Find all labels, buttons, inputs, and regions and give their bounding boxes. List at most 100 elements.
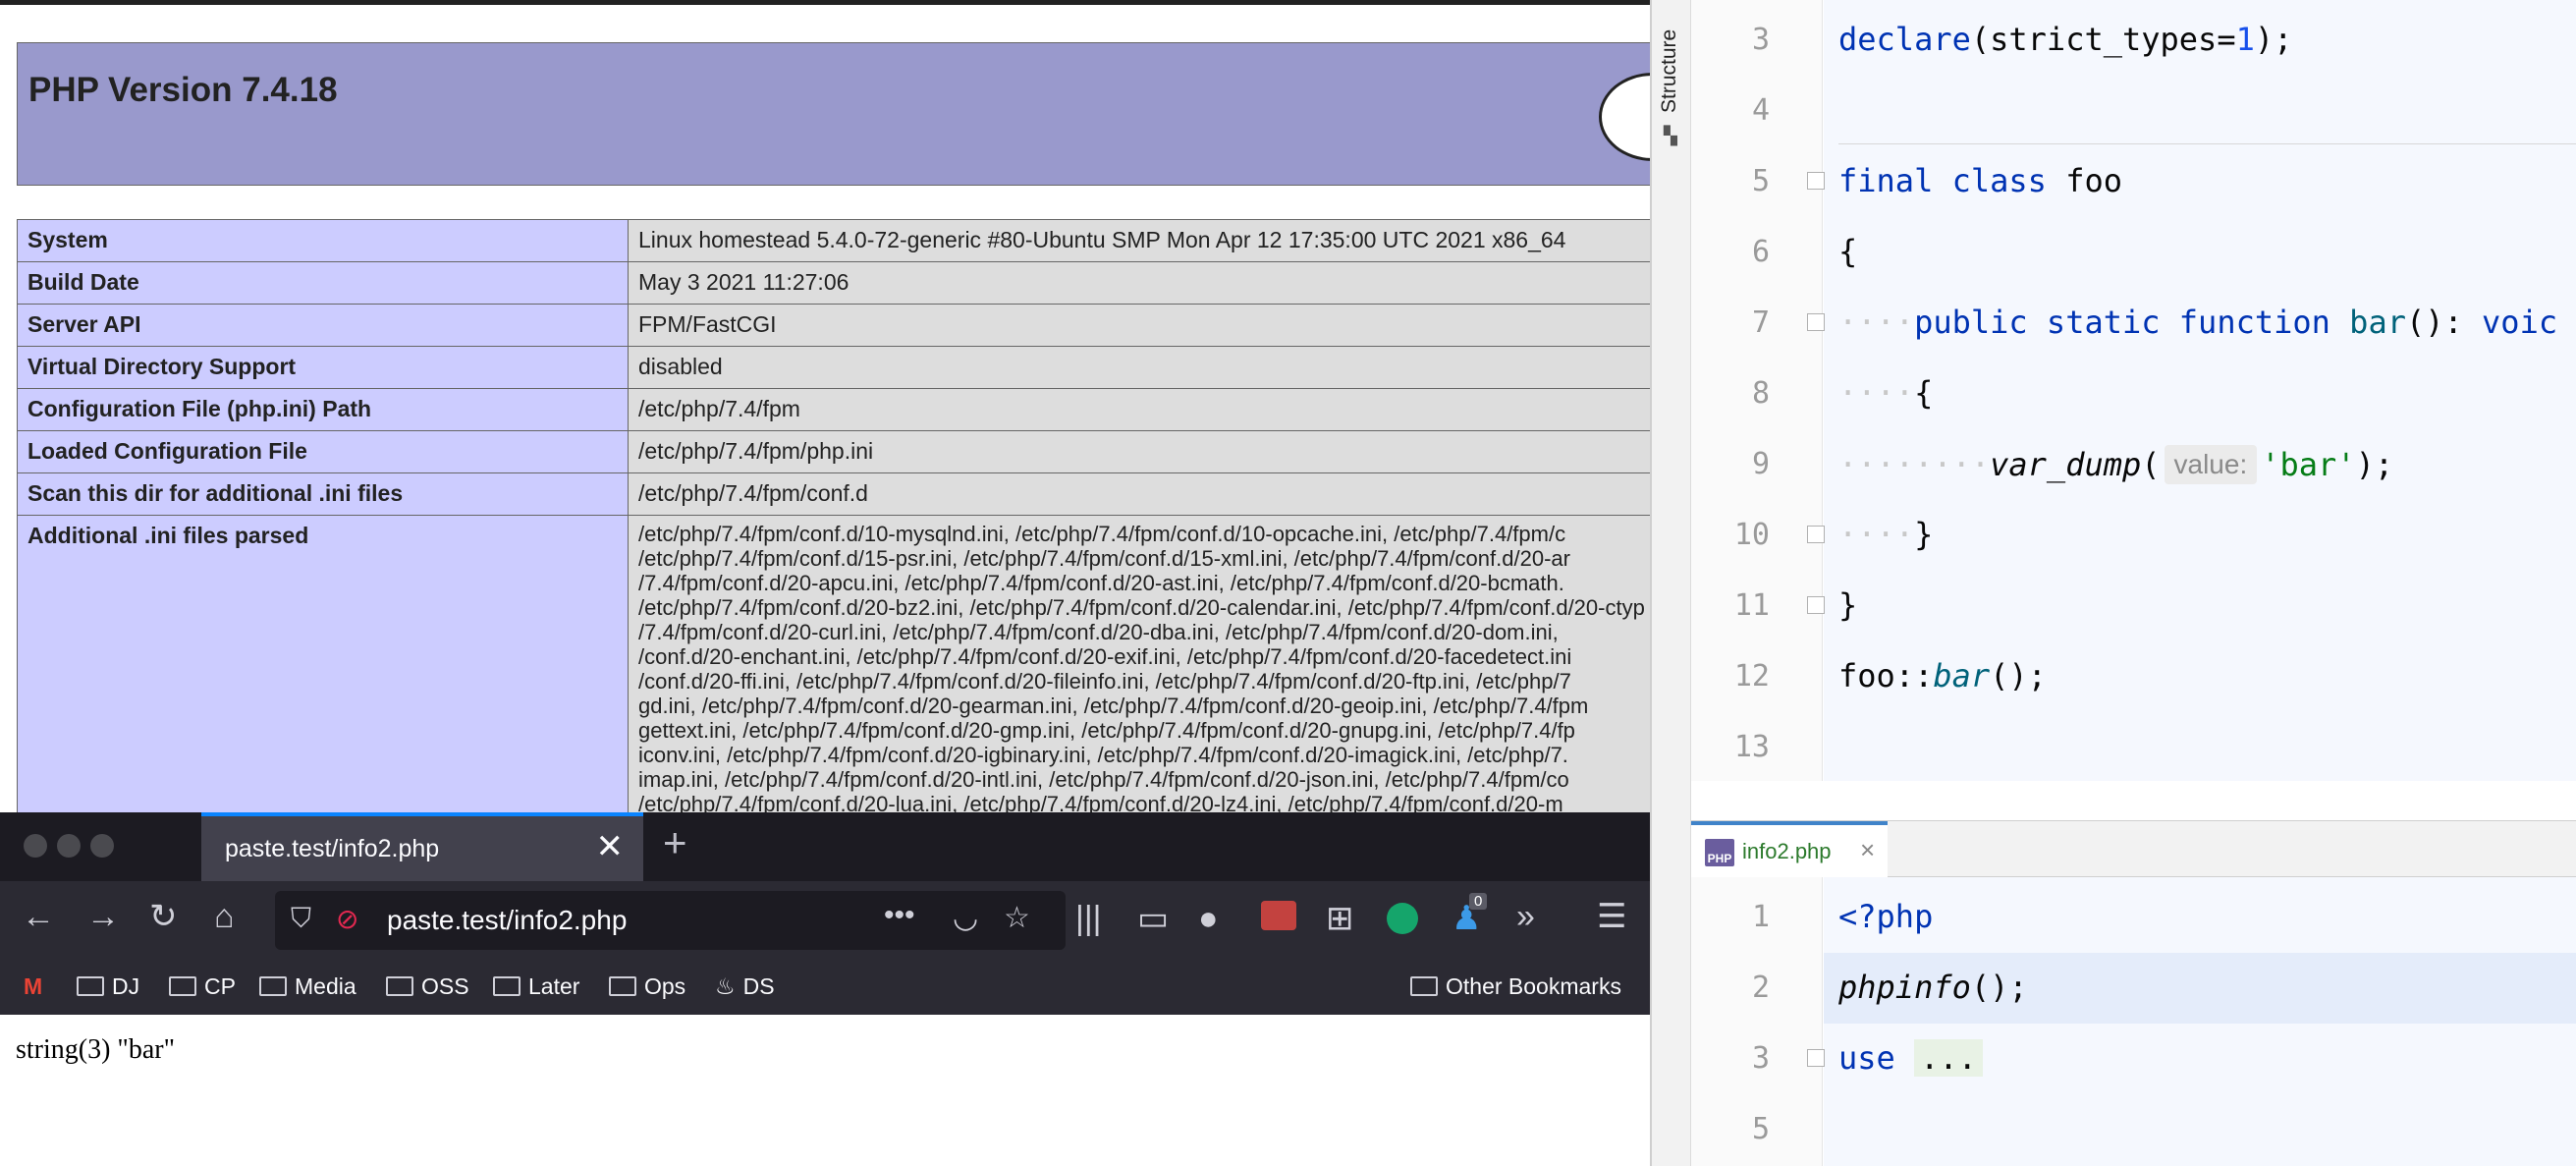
code-line: 13	[1691, 712, 2576, 783]
insecure-lock-icon[interactable]: ⊘	[336, 903, 358, 935]
forward-icon[interactable]: →	[86, 897, 120, 936]
phpinfo-table: System Linux homestead 5.4.0-72-generic #…	[17, 219, 1650, 818]
line-number: 5	[1751, 1112, 1770, 1146]
close-window-button[interactable]	[24, 834, 47, 858]
folder-icon	[77, 976, 104, 996]
code-line: 11 }	[1691, 571, 2576, 641]
close-tab-icon[interactable]: ✕	[596, 830, 625, 863]
fold-icon[interactable]	[1807, 172, 1825, 190]
php-file-icon: PHP	[1705, 839, 1734, 866]
page-actions-icon[interactable]: •••	[884, 899, 915, 932]
bookmark-folder-oss[interactable]: OSS	[386, 973, 469, 1000]
ini-file-line: iconv.ini, /etc/php/7.4/fpm/conf.d/20-ig…	[638, 743, 1568, 767]
code-line: 10 ····}	[1691, 500, 2576, 571]
php-version-title: PHP Version 7.4.18	[28, 71, 338, 109]
line-number: 3	[1751, 1041, 1770, 1076]
grammarly-icon[interactable]	[1387, 903, 1418, 934]
close-tab-icon[interactable]: ×	[1860, 835, 1875, 865]
code-line: 12 foo::bar();	[1691, 641, 2576, 712]
folder-icon	[609, 976, 636, 996]
editor-tab-bar: PHP info2.php ×	[1691, 820, 2576, 877]
code-text: );	[2355, 446, 2394, 483]
code-line: 3 use ...	[1691, 1024, 2576, 1094]
fold-icon[interactable]	[1807, 1049, 1825, 1067]
code-line: 7 ····public static function bar(): voic	[1691, 288, 2576, 359]
bookmark-folder-ops[interactable]: Ops	[609, 973, 685, 1000]
reload-icon[interactable]: ↻	[149, 897, 178, 936]
code-text: }	[1914, 516, 1934, 553]
line-number: 2	[1751, 971, 1770, 1005]
bookmark-ds[interactable]: ♨ DS	[715, 973, 775, 1000]
line-number: 3	[1751, 23, 1770, 57]
line-number: 8	[1751, 376, 1770, 411]
code-text: (strict_types=	[1970, 21, 2236, 58]
phpinfo-key: Scan this dir for additional .ini files	[17, 472, 629, 516]
phpinfo-row: Loaded Configuration File/etc/php/7.4/fp…	[17, 430, 1650, 473]
tab-title: paste.test/info2.php	[225, 835, 440, 862]
code-line: 6 {	[1691, 217, 2576, 288]
extension-grid-icon[interactable]: ⊞	[1326, 899, 1354, 938]
page-content: string(3) "bar"	[0, 1015, 1650, 1166]
method-separator	[1838, 143, 2576, 144]
zoom-window-button[interactable]	[90, 834, 114, 858]
bookmark-folder-cp[interactable]: CP	[169, 973, 236, 1000]
overflow-chevron-icon[interactable]: »	[1516, 897, 1535, 936]
bookmark-star-icon[interactable]: ☆	[1004, 901, 1030, 935]
phpinfo-row: Scan this dir for additional .ini files /…	[17, 472, 1650, 516]
browser-tab[interactable]: paste.test/info2.php ✕	[201, 812, 643, 881]
phpinfo-value: /etc/php/7.4/fpm/conf.d	[628, 472, 1650, 516]
string-literal: 'bar'	[2261, 446, 2356, 483]
url-text[interactable]: paste.test/info2.php	[387, 905, 627, 936]
folder-icon	[169, 976, 196, 996]
code-text: {	[1914, 374, 1934, 412]
line-number: 13	[1733, 730, 1770, 764]
ini-file-line: /7.4/fpm/conf.d/20-apcu.ini, /etc/php/7.…	[638, 571, 1564, 595]
extension-avatar-icon[interactable]: ●	[1198, 899, 1219, 938]
editor-tab-info2[interactable]: PHP info2.php ×	[1691, 821, 1888, 877]
folder-icon	[386, 976, 413, 996]
fold-icon[interactable]	[1807, 596, 1825, 614]
back-icon[interactable]: ←	[22, 897, 55, 936]
phpinfo-value: /etc/php/7.4/fpm	[628, 388, 1650, 431]
keyword: use	[1838, 1039, 1895, 1077]
fold-icon[interactable]	[1807, 526, 1825, 543]
ide-panel: Structure ▚ 3 declare(strict_types=1); 4…	[1650, 0, 2576, 1166]
folded-imports[interactable]: ...	[1914, 1039, 1983, 1077]
new-tab-icon[interactable]: +	[663, 822, 687, 863]
other-bookmarks[interactable]: Other Bookmarks	[1410, 973, 1621, 1000]
line-number: 4	[1751, 93, 1770, 128]
phpinfo-row: System Linux homestead 5.4.0-72-generic #…	[17, 219, 1650, 262]
editor-foo[interactable]: 3 declare(strict_types=1); 4 5 final cla…	[1691, 0, 2576, 781]
phpinfo-value: May 3 2021 11:27:06	[628, 261, 1650, 305]
line-number: 1	[1751, 900, 1770, 934]
extension-red-icon[interactable]	[1261, 901, 1296, 930]
keyword: final	[1838, 162, 1934, 199]
line-number: 11	[1733, 588, 1770, 623]
bookmark-folder-later[interactable]: Later	[493, 973, 579, 1000]
sidebar-icon[interactable]: ▭	[1137, 899, 1169, 938]
url-bar[interactable]: ⛉ ⊘ paste.test/info2.php ••• ◡ ☆	[275, 891, 1066, 950]
menu-hamburger-icon[interactable]: ☰	[1597, 897, 1626, 936]
shield-icon[interactable]: ⛉	[291, 903, 311, 935]
editor-info2[interactable]: 1 <?php 2 phpinfo(); 3 use ... 5	[1691, 877, 2576, 1166]
structure-icon[interactable]: ▚	[1664, 126, 1677, 146]
phpinfo-value: FPM/FastCGI	[628, 304, 1650, 347]
phpinfo-value: disabled	[628, 346, 1650, 389]
structure-tool-strip[interactable]: Structure ▚	[1652, 0, 1691, 1166]
code-line: 3 declare(strict_types=1);	[1691, 5, 2576, 76]
home-icon[interactable]: ⌂	[214, 897, 235, 936]
bookmark-folder-dj[interactable]: DJ	[77, 973, 139, 1000]
pocket-icon[interactable]: ◡	[953, 901, 978, 935]
code-line: 2 phpinfo();	[1691, 953, 2576, 1024]
bookmark-folder-media[interactable]: Media	[259, 973, 356, 1000]
code-line: 8 ····{	[1691, 359, 2576, 429]
folder-icon	[493, 976, 521, 996]
minimize-window-button[interactable]	[57, 834, 81, 858]
fold-icon[interactable]	[1807, 313, 1825, 331]
library-icon[interactable]: |||	[1075, 899, 1102, 938]
ini-file-line: gd.ini, /etc/php/7.4/fpm/conf.d/20-gearm…	[638, 694, 1589, 718]
gmail-icon[interactable]: M	[24, 973, 42, 1000]
structure-label[interactable]: Structure	[1658, 29, 1681, 113]
code-text: (	[2141, 446, 2161, 483]
code-text: ();	[1970, 969, 2028, 1006]
